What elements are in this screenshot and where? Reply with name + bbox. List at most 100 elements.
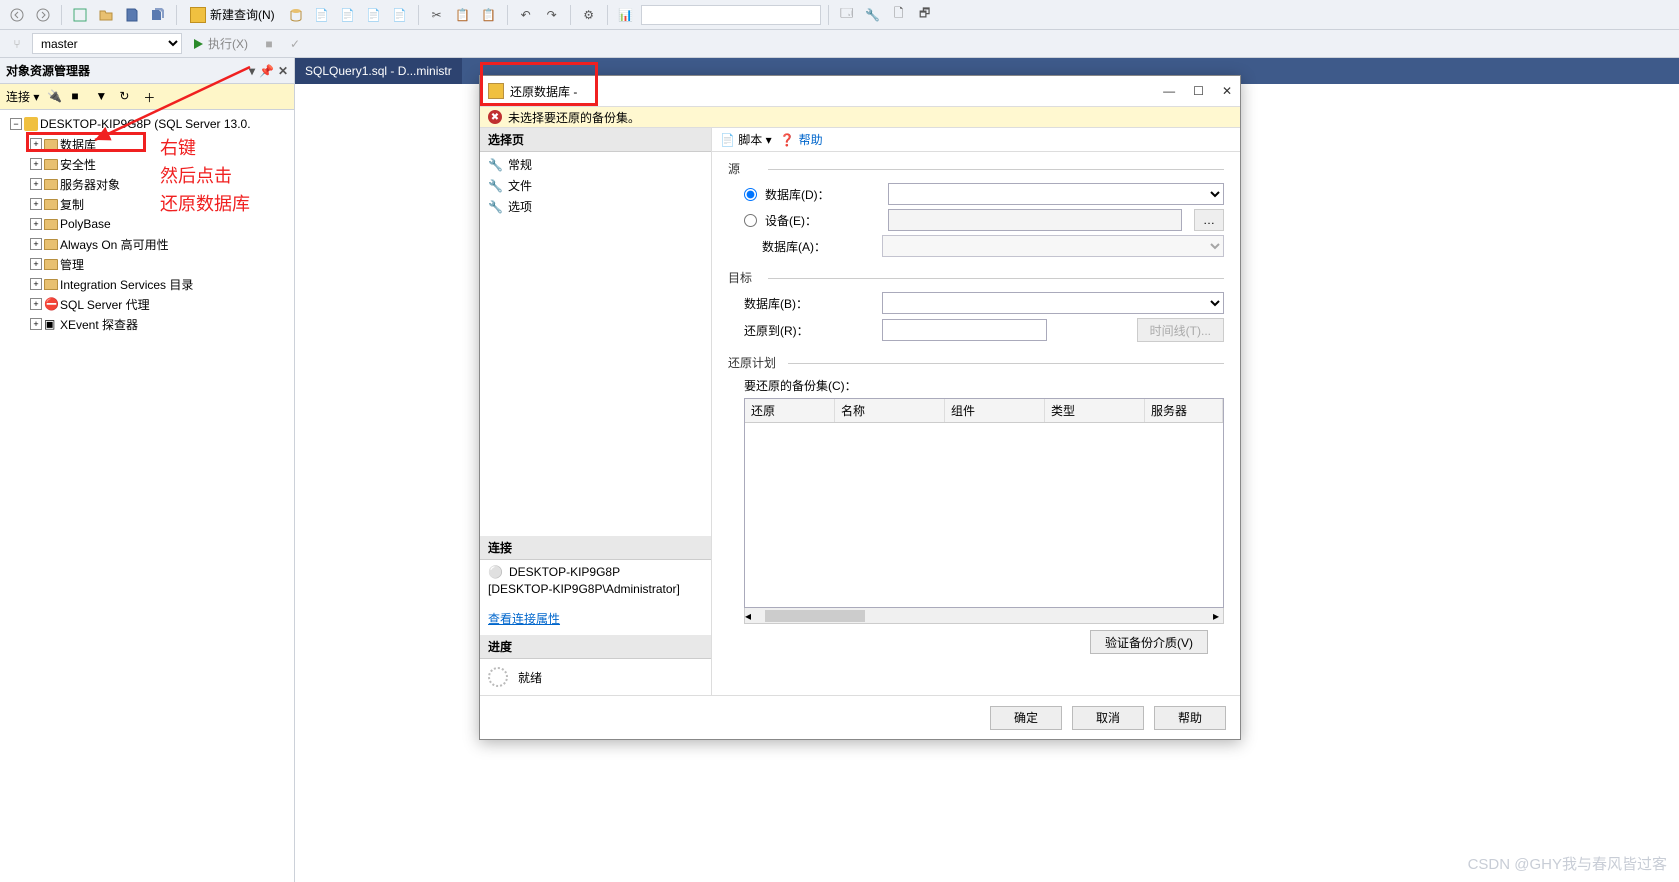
dst-db-combo[interactable] [882, 292, 1224, 314]
page-label: 常规 [508, 156, 532, 173]
undo-icon[interactable]: ↶ [515, 4, 537, 26]
close-panel-icon[interactable]: ✕ [278, 64, 288, 78]
stop-conn-icon[interactable]: ■ [71, 89, 87, 105]
verify-media-button[interactable]: 验证备份介质(V) [1090, 630, 1208, 654]
execute-label: 执行(X) [208, 35, 248, 52]
mdx-icon[interactable]: 📄 [337, 4, 359, 26]
restore-db-dialog: 还原数据库 - — ☐ ✕ ✖ 未选择要还原的备份集。 选择页 🔧常规 🔧文件 … [479, 75, 1241, 740]
dmx-icon[interactable]: 📄 [363, 4, 385, 26]
saveall-icon[interactable] [147, 4, 169, 26]
help-icon: ❓ [780, 133, 795, 147]
page-options[interactable]: 🔧选项 [480, 196, 711, 217]
disconnect-icon[interactable]: 🔌 [47, 89, 63, 105]
src-db-combo[interactable] [888, 183, 1224, 205]
backup-sets-grid[interactable]: 还原 名称 组件 类型 服务器 [744, 398, 1224, 608]
grid-hscroll[interactable]: ◂▸ [744, 608, 1224, 624]
branch-icon[interactable]: ⑂ [6, 33, 28, 55]
window-icon[interactable]: 🗗 [914, 4, 936, 26]
new-project-icon[interactable] [69, 4, 91, 26]
col-component: 组件 [945, 399, 1045, 422]
dropdown-icon[interactable]: ▾ [249, 64, 255, 78]
db-icon[interactable] [285, 4, 307, 26]
tree-label: Always On 高可用性 [60, 236, 169, 253]
expander-icon[interactable]: + [30, 298, 42, 310]
copy-icon[interactable]: 📋 [452, 4, 474, 26]
sql-tab-label: SQLQuery1.sql - D...ministr [305, 64, 452, 78]
src-device-radio[interactable] [744, 214, 757, 227]
close-button[interactable]: ✕ [1222, 84, 1232, 98]
nav-fwd-icon[interactable] [32, 4, 54, 26]
quick-launch-input[interactable] [641, 5, 821, 25]
minimize-button[interactable]: — [1163, 84, 1175, 98]
src-db-radio[interactable] [744, 188, 757, 201]
tree-polybase[interactable]: +PolyBase [0, 214, 294, 234]
tree-agent[interactable]: +⛔SQL Server 代理 [0, 294, 294, 314]
expander-icon[interactable]: + [30, 238, 42, 250]
props-icon[interactable]: ⚙ [578, 4, 600, 26]
xmla-icon[interactable]: 📄 [311, 4, 333, 26]
page-files[interactable]: 🔧文件 [480, 175, 711, 196]
db-combo[interactable]: master [32, 33, 182, 54]
tree-ssis[interactable]: +Integration Services 目录 [0, 274, 294, 294]
tree-databases[interactable]: +数据库 [0, 134, 294, 154]
plus-icon[interactable]: ＋ [143, 89, 159, 105]
execute-button[interactable]: 执行(X) [186, 35, 254, 52]
script-button[interactable]: 📄 脚本 ▾ [720, 131, 772, 148]
view-conn-props-link[interactable]: 查看连接属性 [480, 602, 711, 635]
object-explorer-title: 对象资源管理器 ▾ 📌 ✕ [0, 58, 294, 84]
scroll-right-icon[interactable]: ▸ [1213, 609, 1219, 623]
expander-icon[interactable]: + [30, 138, 42, 150]
save-icon[interactable] [121, 4, 143, 26]
wrench-icon: 🔧 [488, 200, 502, 214]
open-icon[interactable] [95, 4, 117, 26]
expander-icon[interactable]: + [30, 198, 42, 210]
refresh-icon[interactable]: ↻ [119, 89, 135, 105]
pages-header: 选择页 [480, 128, 711, 152]
col-server: 服务器 [1145, 399, 1223, 422]
help-footer-button[interactable]: 帮助 [1154, 706, 1226, 730]
nav-back-icon[interactable] [6, 4, 28, 26]
scroll-left-icon[interactable]: ◂ [745, 609, 751, 623]
expander-icon[interactable]: + [30, 318, 42, 330]
help-button[interactable]: ❓帮助 [780, 131, 823, 148]
dax-icon[interactable]: 📄 [389, 4, 411, 26]
stop-icon[interactable]: ■ [258, 33, 280, 55]
expander-icon[interactable]: + [30, 258, 42, 270]
cancel-button[interactable]: 取消 [1072, 706, 1144, 730]
redo-icon[interactable]: ↷ [541, 4, 563, 26]
parse-icon[interactable]: ✓ [284, 33, 306, 55]
expander-icon[interactable]: + [30, 158, 42, 170]
expander-icon[interactable]: + [30, 178, 42, 190]
ok-button[interactable]: 确定 [990, 706, 1062, 730]
dialog-titlebar[interactable]: 还原数据库 - — ☐ ✕ [480, 76, 1240, 106]
restore-to-input[interactable] [882, 319, 1047, 341]
new-query-button[interactable]: 新建查询(N) [184, 6, 281, 23]
sql-tab[interactable]: SQLQuery1.sql - D...ministr [295, 58, 462, 84]
cut-icon[interactable]: ✂ [426, 4, 448, 26]
expander-icon[interactable]: + [30, 278, 42, 290]
browse-device-button[interactable]: … [1194, 209, 1224, 231]
expander-icon[interactable]: − [10, 118, 22, 130]
tree-management[interactable]: +管理 [0, 254, 294, 274]
tree-xevent[interactable]: +▣XEvent 探查器 [0, 314, 294, 334]
wrench-icon[interactable]: 🔧 [862, 4, 884, 26]
maximize-button[interactable]: ☐ [1193, 84, 1204, 98]
agent-icon: ⛔ [44, 297, 58, 311]
tree-alwayson[interactable]: + Always On 高可用性 [0, 234, 294, 254]
conn-user: [DESKTOP-KIP9G8P\Administrator] [488, 582, 680, 596]
filter-icon[interactable]: ▼ [95, 89, 111, 105]
paste-icon[interactable]: 📋 [478, 4, 500, 26]
object-explorer-title-text: 对象资源管理器 [6, 62, 90, 79]
col-type: 类型 [1045, 399, 1145, 422]
page-general[interactable]: 🔧常规 [480, 154, 711, 175]
connect-button[interactable]: 连接 ▾ [6, 88, 39, 105]
server-label: DESKTOP-KIP9G8P (SQL Server 13.0. [40, 117, 251, 131]
template-icon[interactable]: 🗋 [888, 4, 910, 26]
registered-icon[interactable]: 🗔 [836, 4, 858, 26]
pin-icon[interactable]: 📌 [259, 64, 274, 78]
scroll-thumb[interactable] [765, 610, 865, 622]
tree-security[interactable]: +安全性 [0, 154, 294, 174]
server-node[interactable]: − DESKTOP-KIP9G8P (SQL Server 13.0. [0, 114, 294, 134]
activity-icon[interactable]: 📊 [615, 4, 637, 26]
expander-icon[interactable]: + [30, 218, 42, 230]
